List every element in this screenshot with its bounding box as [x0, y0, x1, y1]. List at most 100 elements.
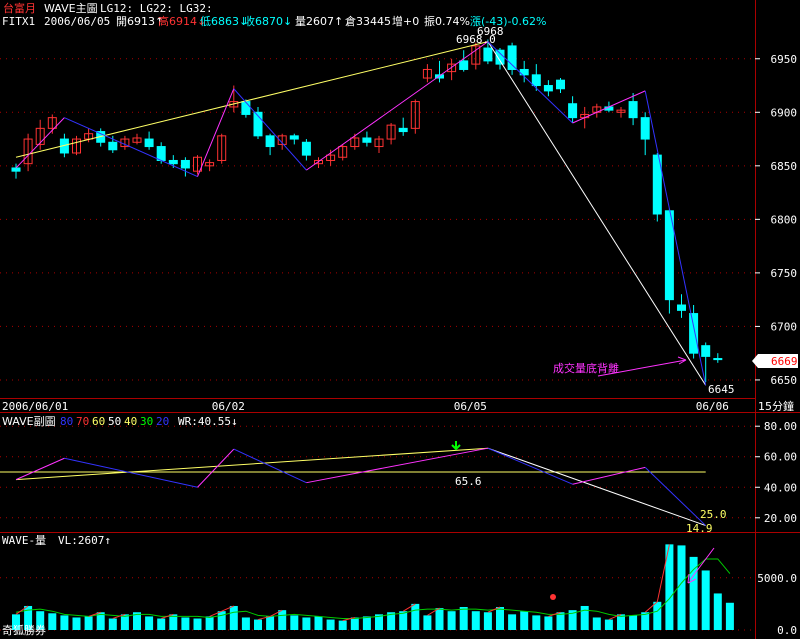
volume-bar — [193, 618, 202, 630]
volume-bar — [556, 612, 565, 630]
indicator-params: LG12: LG22: LG32: — [100, 2, 213, 15]
time-label: 06/02 — [212, 400, 245, 413]
volume-bar — [580, 605, 589, 630]
price-tick-label: 6900 — [771, 106, 798, 119]
price-tick-label: 6950 — [771, 53, 798, 66]
volume-marker-icon — [550, 594, 556, 600]
candle-body — [168, 159, 178, 165]
candle-body — [689, 313, 699, 354]
candle-body — [628, 101, 638, 119]
sub-tick-label: 40.00 — [764, 481, 797, 494]
sub-level-label: 25.0 — [700, 508, 727, 521]
candle-body — [483, 47, 493, 62]
candle-body — [289, 135, 299, 140]
sub-level-80: 80 — [60, 415, 73, 428]
candle-body — [180, 159, 190, 169]
volume-bar — [725, 602, 734, 630]
volume-title: WAVE-量 — [2, 534, 46, 547]
candle-body — [11, 167, 21, 172]
volume-bar — [592, 617, 601, 630]
volume-bar — [713, 593, 722, 630]
indicator-name: WAVE主圖 — [44, 2, 98, 15]
interval-label: 15分鐘 — [758, 399, 794, 413]
volume-bar — [653, 601, 662, 630]
open-interest-label: 倉33445 — [345, 14, 391, 28]
price-tick-label: 6750 — [771, 267, 798, 280]
volume-bar — [290, 615, 299, 630]
sub-tick-label: 60.00 — [764, 451, 797, 464]
volume-vl-label: VL:2607↑ — [58, 534, 111, 547]
candle-body — [156, 146, 166, 161]
wr-label: WR:40.55↓ — [178, 415, 238, 428]
low-label-annotation: 6645 — [708, 383, 735, 396]
volume-bar — [302, 617, 311, 630]
low-label: 低6863↓ — [200, 15, 248, 28]
volume-bar — [532, 615, 541, 630]
volume-bar — [60, 615, 69, 630]
sub-peak-label: 65.6 — [455, 475, 482, 488]
volume-bar — [338, 620, 347, 630]
sub-level-20: 20 — [156, 415, 169, 428]
divergence-note: 成交量底背離 — [553, 361, 619, 375]
candle-body — [301, 141, 311, 156]
candle-body — [713, 358, 723, 361]
volume-bar — [471, 611, 480, 630]
volume-bar — [314, 616, 323, 630]
date-label: 2006/06/05 — [44, 15, 110, 28]
brand-label: 奇狐勝券 — [2, 623, 46, 637]
candle-body — [568, 103, 578, 119]
volume-bar — [508, 614, 517, 630]
volume-label: 量2607↑ — [295, 15, 343, 28]
price-tick-label: 6650 — [771, 374, 798, 387]
symbol-label: FITX1 — [2, 15, 35, 28]
sub-tick-label: 80.00 — [764, 420, 797, 433]
candle-body — [108, 141, 118, 151]
volume-bar — [411, 603, 420, 630]
volume-bar — [483, 612, 492, 630]
candle-body — [701, 345, 711, 357]
time-label: 06/06 — [696, 400, 729, 413]
volume-bar — [108, 618, 117, 630]
volume-bar — [350, 617, 359, 630]
sub-level-60: 60 — [92, 415, 105, 428]
volume-bar — [229, 605, 238, 630]
volume-bar — [145, 616, 154, 630]
sub-low-label: 14.9 — [686, 522, 713, 535]
volume-bar — [520, 611, 529, 630]
price-tick-label: 6700 — [771, 320, 798, 333]
candle-body — [265, 135, 275, 148]
sub-level-30: 30 — [140, 415, 153, 428]
candle-body — [531, 74, 541, 87]
volume-bar — [48, 613, 57, 630]
volume-bar — [689, 556, 698, 630]
sub-level-50: 50 — [108, 415, 121, 428]
peak-high-label: 6968 — [477, 25, 504, 38]
sub-level-40: 40 — [124, 415, 137, 428]
time-label: 06/05 — [454, 400, 487, 413]
volume-bar — [435, 608, 444, 630]
volume-bar — [604, 619, 613, 630]
candle-body — [507, 45, 517, 70]
amplitude-label: 振0.74% — [424, 14, 470, 28]
volume-tick-label: 0.0 — [777, 624, 797, 637]
candle-body — [556, 79, 565, 90]
candle-body — [398, 127, 408, 133]
volume-bar — [496, 607, 504, 630]
volume-bar — [677, 545, 686, 630]
candle-body — [144, 138, 154, 148]
candle-body — [543, 85, 553, 92]
volume-bar — [72, 617, 81, 630]
volume-bar — [217, 611, 226, 630]
volume-bar — [157, 618, 166, 630]
price-tag-value: 6669 — [771, 355, 798, 368]
volume-bar — [181, 617, 190, 630]
volume-bar — [241, 617, 250, 630]
volume-bar — [701, 570, 710, 630]
price-tick-label: 6800 — [771, 213, 798, 226]
sub-tick-label: 20.00 — [764, 512, 797, 525]
futures-chart: 台富月 WAVE主圖 LG12: LG22: LG32: FITX1 2006/… — [0, 0, 800, 639]
volume-bar — [84, 616, 93, 630]
close-label: 收6870↓ — [244, 14, 292, 28]
volume-bar — [266, 616, 275, 630]
time-label: 2006/06/01 — [2, 400, 68, 413]
